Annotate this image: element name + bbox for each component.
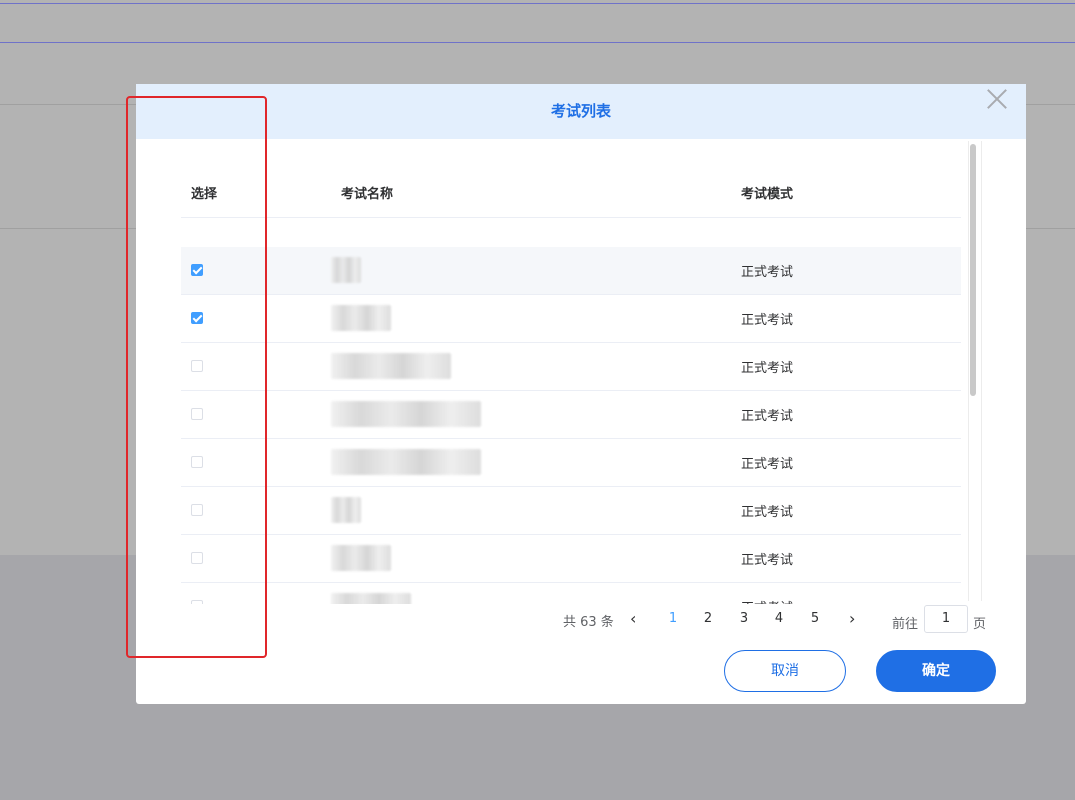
- goto-page-input[interactable]: 1: [924, 605, 968, 633]
- exam-table: 选择 考试名称 考试模式 正式考试 正式考试 正式考试 正式考试 正式考试 正式考试 正式考…: [181, 139, 961, 604]
- page-unit-label: 页: [973, 617, 987, 632]
- exam-name-redacted: [331, 497, 361, 523]
- dialog-header: 考试列表: [136, 84, 1026, 139]
- page-5[interactable]: 5: [805, 611, 825, 626]
- exam-name-redacted: [331, 257, 361, 283]
- exam-mode-cell: 正式考试: [741, 313, 794, 328]
- background-divider: [0, 42, 1075, 43]
- pagination: 共 63 条 ‹ 1 2 3 4 5 › 前往 1 页: [136, 605, 1026, 635]
- exam-mode-cell: 正式考试: [741, 265, 794, 280]
- page-1[interactable]: 1: [663, 611, 683, 626]
- table-row[interactable]: 正式考试: [181, 439, 961, 487]
- cancel-button[interactable]: 取消: [724, 650, 846, 692]
- pagination-total: 共 63 条: [563, 615, 614, 630]
- chevron-right-icon[interactable]: ›: [849, 609, 855, 628]
- table-row[interactable]: 正式考试: [181, 295, 961, 343]
- table-row[interactable]: 正式考试: [181, 487, 961, 535]
- table-row[interactable]: 正式考试: [181, 583, 961, 604]
- page-4[interactable]: 4: [769, 611, 789, 626]
- exam-mode-cell: 正式考试: [741, 505, 794, 520]
- exam-mode-cell: 正式考试: [741, 597, 793, 604]
- page-2[interactable]: 2: [698, 611, 718, 626]
- exam-mode-cell: 正式考试: [741, 553, 794, 568]
- exam-name-redacted: [331, 353, 451, 379]
- exam-name-redacted: [331, 305, 391, 331]
- exam-mode-cell: 正式考试: [741, 457, 794, 472]
- dialog-title: 考试列表: [550, 102, 611, 120]
- goto-label: 前往: [892, 617, 919, 632]
- exam-mode-cell: 正式考试: [741, 361, 794, 376]
- confirm-button[interactable]: 确定: [876, 650, 996, 692]
- background-divider: [0, 3, 1075, 4]
- table-row[interactable]: 正式考试: [181, 247, 961, 295]
- table-body: 正式考试正式考试正式考试正式考试正式考试正式考试正式考试正式考试: [181, 247, 961, 604]
- chevron-left-icon[interactable]: ‹: [630, 609, 636, 628]
- exam-list-dialog: 考试列表 选择 考试名称 考试模式 正式考试 正式考试 正式考试 正式考试 正式考试 正式…: [136, 84, 1026, 704]
- exam-name-redacted: [331, 593, 411, 604]
- column-header-name: 考试名称: [341, 187, 394, 202]
- close-icon[interactable]: [984, 86, 1010, 112]
- column-header-mode: 考试模式: [741, 187, 794, 202]
- exam-name-redacted: [331, 401, 481, 427]
- scrollbar-thumb[interactable]: [970, 144, 976, 396]
- table-row[interactable]: 正式考试: [181, 391, 961, 439]
- exam-name-redacted: [331, 449, 481, 475]
- table-row[interactable]: 正式考试: [181, 535, 961, 583]
- exam-name-redacted: [331, 545, 391, 571]
- table-row[interactable]: 正式考试: [181, 343, 961, 391]
- annotation-highlight-box: [126, 96, 267, 658]
- exam-mode-cell: 正式考试: [741, 409, 794, 424]
- page-3[interactable]: 3: [734, 611, 754, 626]
- table-header: 选择 考试名称 考试模式: [181, 139, 961, 218]
